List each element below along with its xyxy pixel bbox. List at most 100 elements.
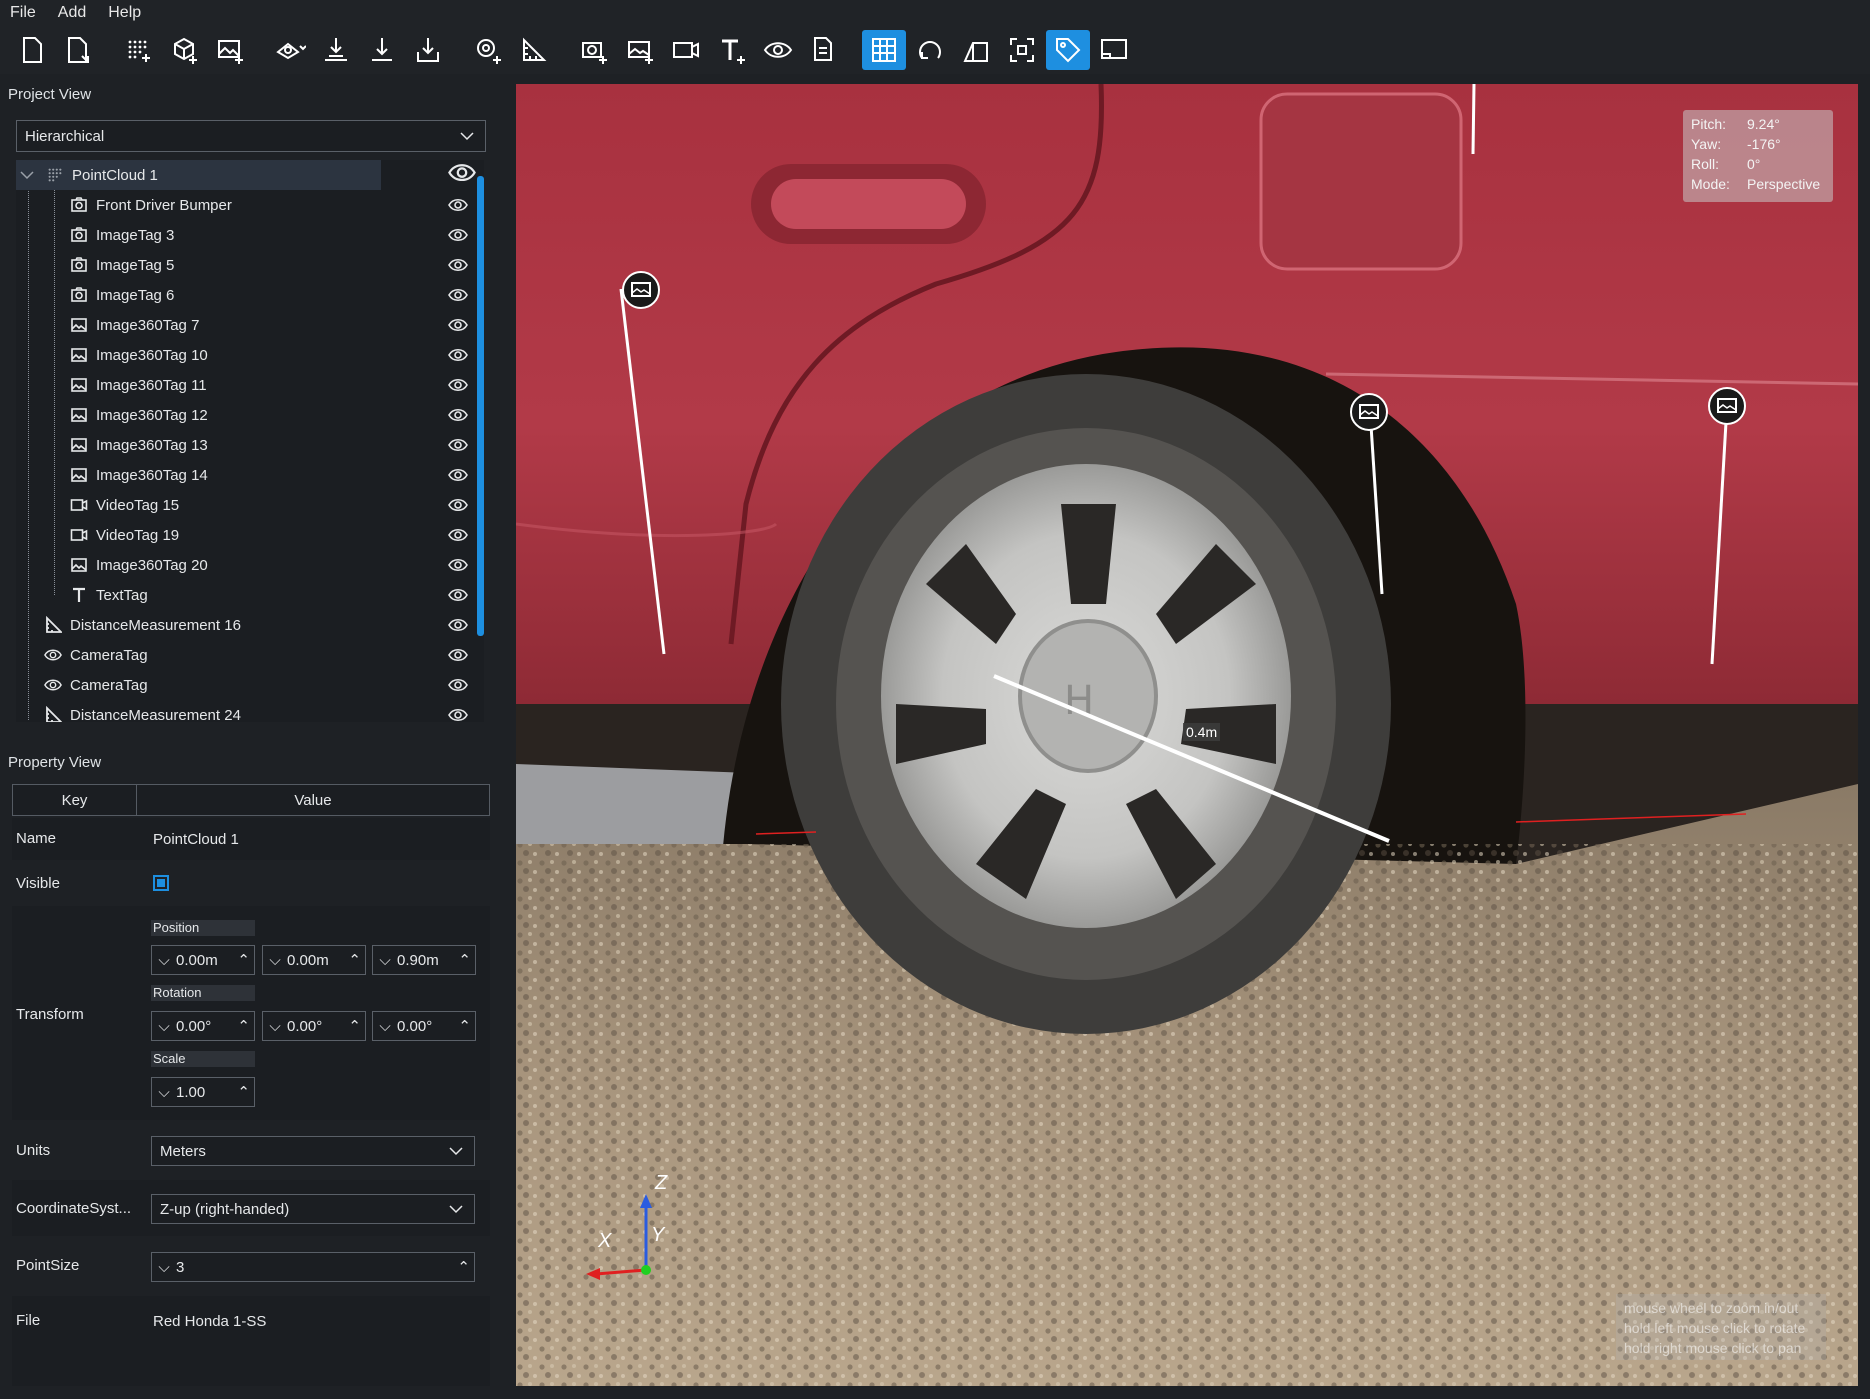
chevron-down-icon[interactable]: ⌵ — [152, 1018, 176, 1035]
image360-tag-marker-icon[interactable] — [1707, 386, 1747, 426]
tree-item[interactable]: DistanceMeasurement 16 — [16, 610, 476, 640]
tree-item[interactable]: CameraTag — [16, 670, 476, 700]
tree-item[interactable]: Image360Tag 14 — [16, 460, 476, 490]
eye-tag-icon[interactable] — [756, 30, 800, 70]
transform-icon[interactable] — [268, 30, 312, 70]
chevron-up-icon[interactable]: ⌃ — [237, 951, 250, 969]
tree-item[interactable]: CameraTag — [16, 640, 476, 670]
rotation-y-stepper[interactable]: ⌵ 0.00° ⌃ — [262, 1011, 366, 1041]
tree-item[interactable]: Image360Tag 12 — [16, 400, 476, 430]
tree-item[interactable]: Image360Tag 11 — [16, 370, 476, 400]
mode-value: Perspective — [1747, 176, 1821, 192]
tree-item-label: TextTag — [96, 586, 148, 604]
tree-item[interactable]: Image360Tag 20 — [16, 550, 476, 580]
chevron-down-icon[interactable] — [20, 170, 34, 180]
tree-item[interactable]: Front Driver Bumper — [16, 190, 476, 220]
doc-tag-icon[interactable] — [802, 30, 846, 70]
name-key: Name — [16, 830, 57, 847]
chevron-down-icon[interactable]: ⌵ — [263, 1018, 287, 1035]
ground-icon[interactable] — [360, 30, 404, 70]
tag-icon[interactable] — [1046, 30, 1090, 70]
tree-item[interactable]: VideoTag 19 — [16, 520, 476, 550]
chevron-down-icon[interactable]: ⌵ — [373, 952, 397, 969]
tree-item[interactable]: Image360Tag 7 — [16, 310, 476, 340]
tree-item[interactable]: ImageTag 3 — [16, 220, 476, 250]
rotation-x-stepper[interactable]: ⌵ 0.00° ⌃ — [151, 1011, 255, 1041]
file-value: Red Honda 1-SS — [153, 1313, 267, 1330]
camera-icon — [70, 256, 88, 274]
orbit-icon[interactable] — [908, 30, 952, 70]
chevron-down-icon[interactable]: ⌵ — [152, 1259, 176, 1276]
pointsize-stepper[interactable]: ⌵ 3 ⌃ — [151, 1252, 475, 1282]
chevron-down-icon[interactable]: ⌵ — [152, 952, 176, 969]
image360-tag-icon[interactable] — [618, 30, 662, 70]
tree-item[interactable]: VideoTag 15 — [16, 490, 476, 520]
perspective-icon[interactable] — [954, 30, 998, 70]
add-pointcloud-icon[interactable] — [116, 30, 160, 70]
menu-bar: File Add Help — [0, 0, 1870, 26]
chevron-down-icon[interactable]: ⌵ — [152, 1084, 176, 1101]
import-icon[interactable] — [406, 30, 450, 70]
fit-icon[interactable] — [1000, 30, 1044, 70]
chevron-up-icon[interactable]: ⌃ — [457, 1258, 470, 1276]
tree-scrollbar[interactable] — [477, 176, 484, 636]
tree-item[interactable]: TextTag — [16, 580, 476, 610]
view-mode-dropdown[interactable]: Hierarchical — [16, 120, 486, 152]
chevron-up-icon[interactable]: ⌃ — [237, 1017, 250, 1035]
scale-value: 1.00 — [176, 1083, 206, 1101]
add-image-icon[interactable] — [208, 30, 252, 70]
tree-item[interactable]: ImageTag 6 — [16, 280, 476, 310]
pin-icon[interactable] — [466, 30, 510, 70]
chevron-down-icon[interactable]: ⌵ — [373, 1018, 397, 1035]
chevron-up-icon[interactable]: ⌃ — [458, 1017, 471, 1035]
name-value: PointCloud 1 — [153, 831, 239, 848]
distance-measurement-label: 0.4m — [1183, 723, 1221, 741]
rotation-label: Rotation — [151, 985, 255, 1001]
camera-tag-icon[interactable] — [572, 30, 616, 70]
roll-label: Roll: — [1691, 156, 1720, 172]
chevron-up-icon[interactable]: ⌃ — [458, 951, 471, 969]
menu-help[interactable]: Help — [108, 4, 141, 22]
grid-icon[interactable] — [862, 30, 906, 70]
visibility-eye-icon[interactable] — [448, 160, 476, 190]
tree-item[interactable]: PointCloud 1 — [16, 160, 381, 190]
open-file-icon[interactable] — [56, 30, 100, 70]
rotation-z-stepper[interactable]: ⌵ 0.00° ⌃ — [372, 1011, 476, 1041]
text-tag-icon[interactable] — [710, 30, 754, 70]
position-y-stepper[interactable]: ⌵ 0.00m ⌃ — [262, 945, 366, 975]
property-row-name: Name PointCloud 1 — [12, 818, 490, 860]
visible-checkbox[interactable] — [153, 875, 169, 891]
project-view-title: Project View — [0, 80, 500, 108]
new-file-icon[interactable] — [10, 30, 54, 70]
drop-icon[interactable] — [314, 30, 358, 70]
measure-icon[interactable] — [512, 30, 556, 70]
key-column-header: Key — [13, 785, 137, 815]
tree-item[interactable]: Image360Tag 10 — [16, 340, 476, 370]
chevron-up-icon[interactable]: ⌃ — [348, 1017, 361, 1035]
chevron-down-icon — [449, 1205, 463, 1214]
text-icon — [70, 586, 88, 604]
tree-item-label: DistanceMeasurement 24 — [70, 706, 241, 723]
position-z-stepper[interactable]: ⌵ 0.90m ⌃ — [372, 945, 476, 975]
tree-item[interactable]: Image360Tag 13 — [16, 430, 476, 460]
add-model-icon[interactable] — [162, 30, 206, 70]
tree-item-label: Image360Tag 13 — [96, 436, 208, 454]
scale-stepper[interactable]: ⌵ 1.00 ⌃ — [151, 1077, 255, 1107]
menu-add[interactable]: Add — [58, 4, 86, 22]
chevron-down-icon — [460, 132, 474, 141]
menu-file[interactable]: File — [10, 4, 36, 22]
camera-hud: Pitch: 9.24° Yaw: -176° Roll: 0° Mode: Persp… — [1683, 110, 1833, 202]
image360-tag-marker-icon[interactable] — [621, 270, 661, 310]
transform-key: Transform — [16, 1006, 84, 1023]
chevron-up-icon[interactable]: ⌃ — [237, 1083, 250, 1101]
chevron-down-icon[interactable]: ⌵ — [263, 952, 287, 969]
tree-item[interactable]: DistanceMeasurement 24 — [16, 700, 476, 722]
position-x-stepper[interactable]: ⌵ 0.00m ⌃ — [151, 945, 255, 975]
units-dropdown[interactable]: Meters — [151, 1136, 475, 1166]
chevron-up-icon[interactable]: ⌃ — [348, 951, 361, 969]
tree-item[interactable]: ImageTag 5 — [16, 250, 476, 280]
image360-tag-marker-icon[interactable] — [1349, 392, 1389, 432]
video-tag-icon[interactable] — [664, 30, 708, 70]
screen-icon[interactable] — [1092, 30, 1136, 70]
coordsys-dropdown[interactable]: Z-up (right-handed) — [151, 1194, 475, 1224]
